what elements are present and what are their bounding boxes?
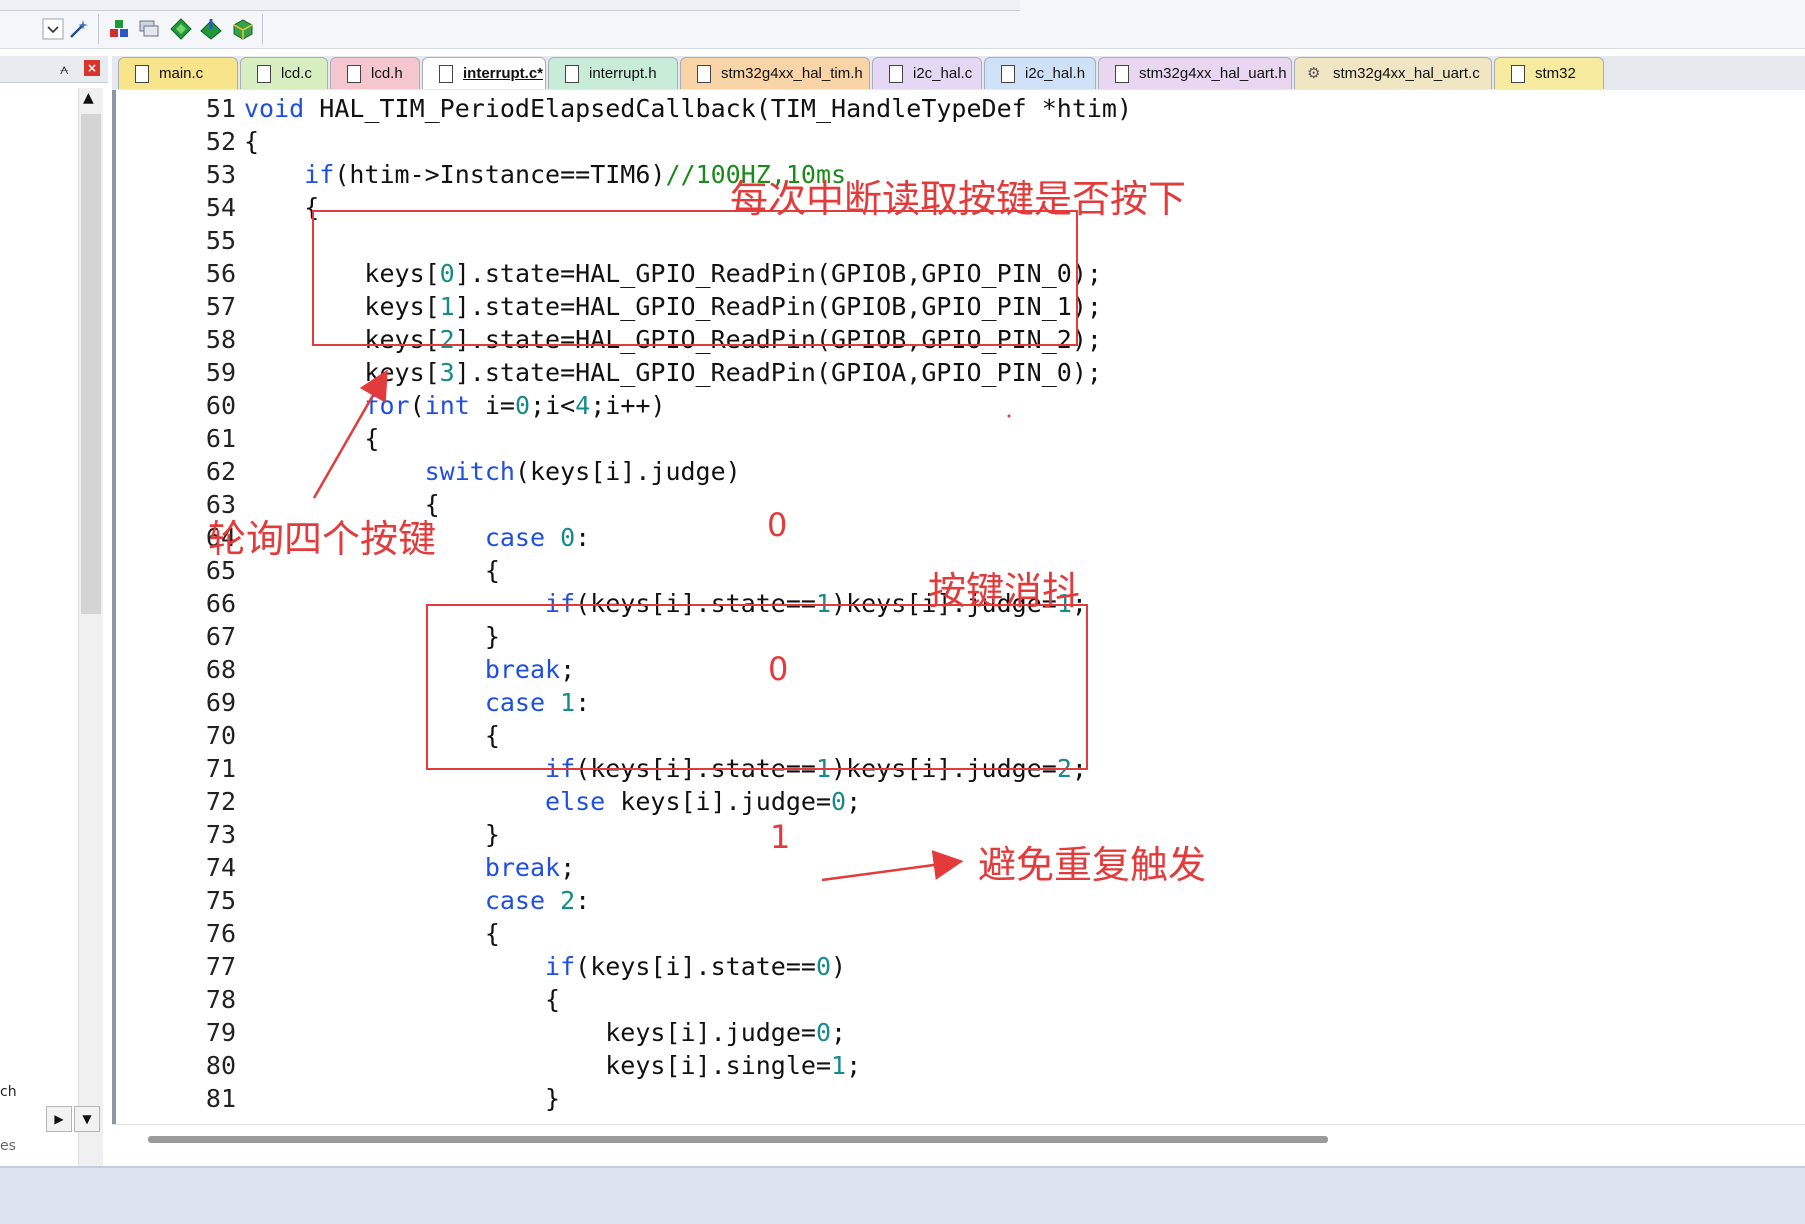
scroll-down-arrow-icon[interactable]: ▼ [74, 1106, 100, 1132]
pin-icon[interactable]: ⩜ [60, 59, 68, 79]
tab-stm32g4xx-hal-tim-h[interactable]: stm32g4xx_hal_tim.h [680, 57, 870, 89]
tab-label: stm32 [1535, 65, 1576, 82]
code-number: 1 [831, 1051, 847, 1080]
scrollbar-thumb[interactable] [81, 114, 101, 614]
project-panel: ⩜ × ▲ ch es ▶ ▼ [0, 56, 108, 1183]
annotation-arrows [312, 369, 1011, 882]
tab-lcd-h[interactable]: lcd.h [330, 57, 420, 89]
editor-horizontal-scrollbar[interactable] [112, 1124, 1805, 1153]
tab-interrupt-h[interactable]: interrupt.h [548, 57, 678, 89]
file-icon [439, 64, 453, 83]
tab-i2c-hal-h[interactable]: i2c_hal.h [984, 57, 1096, 89]
tab-stm32g4xx-hal-uart-h[interactable]: stm32g4xx_hal_uart.h [1098, 57, 1292, 89]
scrollbar-thumb[interactable] [148, 1136, 1328, 1143]
line-number: 80 [205, 1051, 236, 1080]
close-icon[interactable]: × [84, 60, 100, 76]
line-number: 81 [205, 1084, 236, 1113]
tab-label: stm32g4xx_hal_tim.h [721, 65, 863, 82]
file-icon [565, 64, 579, 83]
file-icon [1511, 64, 1525, 83]
file-icon [347, 64, 361, 83]
tab-i2c-hal-c[interactable]: i2c_hal.c [872, 57, 982, 89]
code-text: } [244, 1084, 561, 1113]
line-number: 79 [205, 1018, 236, 1047]
code-line[interactable]: } [244, 1082, 560, 1115]
file-icon [1115, 64, 1129, 83]
wand-icon[interactable] [64, 14, 94, 44]
gear-file-icon: ⚙ [1307, 64, 1321, 82]
tab-main-c[interactable]: main.c [118, 57, 238, 89]
toolbar [0, 0, 1805, 49]
arrow-to-for-loop [312, 369, 388, 499]
tab-stm32[interactable]: stm32 [1494, 57, 1604, 89]
diamond-green-icon[interactable] [166, 14, 196, 44]
annotation-dot [1007, 414, 1011, 418]
package-installer-icon[interactable] [228, 14, 258, 44]
project-panel-header: ⩜ × [0, 56, 108, 83]
tab-label: interrupt.h [589, 65, 657, 82]
build-target-icon[interactable] [104, 14, 134, 44]
truncated-panel-label: es [0, 1138, 16, 1154]
truncated-panel-label: ch [0, 1084, 17, 1100]
batch-build-icon[interactable] [134, 14, 164, 44]
diamond-load-icon[interactable] [196, 14, 226, 44]
tab-label: stm32g4xx_hal_uart.h [1139, 65, 1287, 82]
panel-scroll-buttons: ▶ ▼ [44, 1106, 100, 1132]
tab-label: main.c [159, 65, 204, 82]
code-number: 0 [815, 1018, 832, 1047]
status-bar [0, 1166, 1805, 1224]
tab-stm32g4xx-hal-uart-c[interactable]: ⚙ stm32g4xx_hal_uart.c [1294, 57, 1492, 89]
code-text: keys[i].single= [244, 1051, 831, 1080]
toolbar-upper-strip [0, 0, 1020, 11]
toolbar-separator [262, 14, 263, 44]
file-icon [697, 64, 711, 83]
file-icon [135, 64, 149, 83]
file-icon [889, 64, 903, 83]
project-panel-scrollbar[interactable]: ▲ [78, 88, 103, 1183]
tab-label: i2c_hal.h [1025, 65, 1086, 82]
toolbar-separator [98, 14, 99, 44]
arrow-to-repeat-note [821, 850, 964, 882]
code-editor[interactable]: 51 52 53 54 55 56 57 58 59 60 61 62 63 64 65 66 67 68 69 70… [112, 90, 1805, 1124]
editor-tab-bar: main.c lcd.c lcd.h interrupt.c* interrupt.h s… [112, 56, 1805, 91]
tab-lcd-c[interactable]: lcd.c [240, 57, 328, 89]
tab-label: i2c_hal.c [913, 65, 973, 82]
scroll-right-arrow-icon[interactable]: ▶ [46, 1106, 72, 1132]
code-line[interactable]: keys[i].single=1; [244, 1049, 861, 1082]
file-icon [1001, 64, 1015, 83]
code-line[interactable]: keys[i].judge=0; [244, 1016, 846, 1049]
code-text: ; [846, 1051, 862, 1080]
tab-interrupt-c[interactable]: interrupt.c* [422, 57, 546, 89]
tab-label: lcd.c [281, 65, 312, 82]
tab-label: interrupt.c* [463, 65, 544, 82]
code-text: keys[i].judge= [244, 1018, 816, 1047]
tab-label: lcd.h [371, 65, 403, 82]
tab-label: stm32g4xx_hal_uart.c [1333, 65, 1480, 82]
scroll-up-arrow-icon[interactable]: ▲ [83, 90, 94, 106]
code-text: ; [831, 1018, 847, 1047]
file-icon [257, 64, 271, 83]
